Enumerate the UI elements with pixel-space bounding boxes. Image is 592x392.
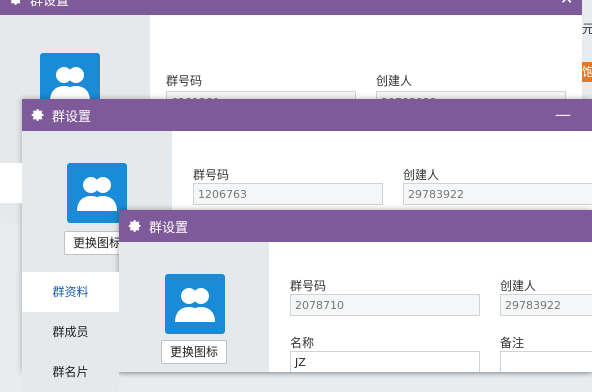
group-id-field[interactable]: 1206763 [193,183,383,205]
nav-item-group-info[interactable]: 群资料 [22,272,119,312]
background-fragment-text: 元 [582,22,592,36]
group-id-label: 群号码 [290,279,327,293]
group-avatar [165,274,225,334]
nav-item-group-members[interactable]: 群成员 [22,312,119,352]
window-title: 群设置 [30,0,70,9]
remark-field[interactable] [500,351,592,372]
gear-icon [128,220,141,232]
creator-field[interactable]: 29783922 [500,294,592,316]
group-id-label: 群号码 [193,168,230,182]
creator-label: 创建人 [500,279,537,293]
window-title: 群设置 [52,110,92,125]
group-id-field[interactable]: 2078710 [290,294,480,316]
group-settings-window-3: 群设置 更换图标 群号码 2078710 创建人 29783922 名称 JZ … [119,210,592,372]
remark-label: 备注 [500,336,525,350]
titlebar[interactable]: 群设置 — [22,99,592,131]
sidebar-selected-strip [0,163,22,203]
creator-label: 创建人 [403,168,440,182]
nav-item-group-card[interactable]: 群名片 [22,352,119,392]
gear-icon [10,0,21,5]
sidebar: 更换图标 [119,242,269,372]
titlebar[interactable]: 群设置 — ✕ [0,0,582,15]
group-avatar [67,163,127,223]
content-panel: 群号码 2078710 创建人 29783922 名称 JZ 备注 [269,242,592,372]
change-icon-button[interactable]: 更换图标 [161,340,228,364]
name-field[interactable]: JZ [290,351,480,372]
close-button[interactable]: ✕ [560,0,573,7]
minimize-button[interactable]: — [530,0,546,7]
titlebar[interactable]: 群设置 [119,210,592,242]
group-id-label: 群号码 [166,74,203,88]
name-label: 名称 [290,336,315,350]
creator-field[interactable]: 29783922 [403,183,592,205]
background-fragment-badge: 饱 [582,62,592,82]
gear-icon [31,109,44,121]
group-icon [77,177,117,211]
minimize-button[interactable]: — [555,107,571,123]
creator-label: 创建人 [376,74,413,88]
window-title: 群设置 [149,221,189,236]
group-icon [175,288,215,322]
